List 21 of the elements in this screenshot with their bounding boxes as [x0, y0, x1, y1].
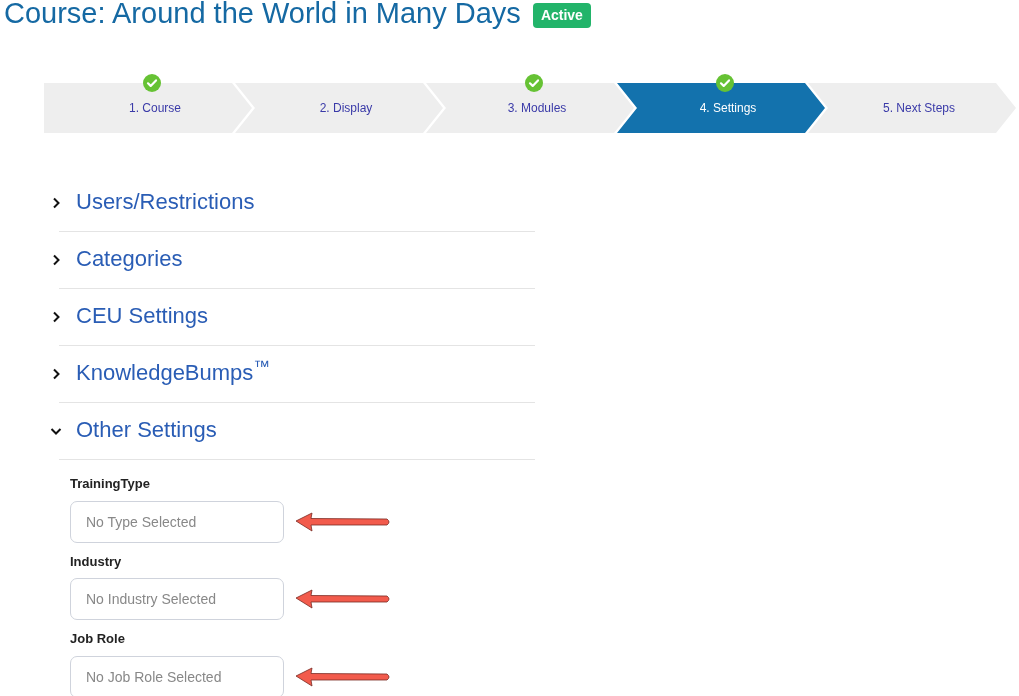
- arrow-icon: [294, 588, 392, 610]
- page-title: Course: Around the World in Many Days: [4, 0, 521, 28]
- field-label: Job Role: [70, 630, 125, 648]
- step-tab[interactable]: 4. Settings: [617, 83, 825, 133]
- field-label: TrainingType: [70, 475, 150, 493]
- field-label: Industry: [70, 552, 122, 571]
- arrow-icon: [294, 510, 392, 533]
- accordion-header[interactable]: Categories: [50, 232, 535, 289]
- status-badge: Active: [532, 2, 591, 28]
- step-tab[interactable]: 5. Next Steps: [808, 83, 1016, 133]
- accordion-header[interactable]: Users/Restrictions: [50, 175, 535, 232]
- arrow-icon: [294, 665, 392, 688]
- select-field[interactable]: No Job Role Selected: [70, 655, 284, 696]
- accordion-header[interactable]: KnowledgeBumps$^{™}$: [50, 346, 535, 403]
- step-tab[interactable]: 3. Modules: [426, 83, 634, 133]
- accordion-header[interactable]: Other Settings: [50, 403, 535, 460]
- select-field[interactable]: No Type Selected: [70, 500, 284, 543]
- accordion-header[interactable]: CEU Settings: [50, 289, 535, 346]
- select-field[interactable]: No Industry Selected: [70, 578, 284, 620]
- step-tab[interactable]: 2. Display: [235, 83, 443, 133]
- step-tab[interactable]: 1. Course: [44, 83, 252, 133]
